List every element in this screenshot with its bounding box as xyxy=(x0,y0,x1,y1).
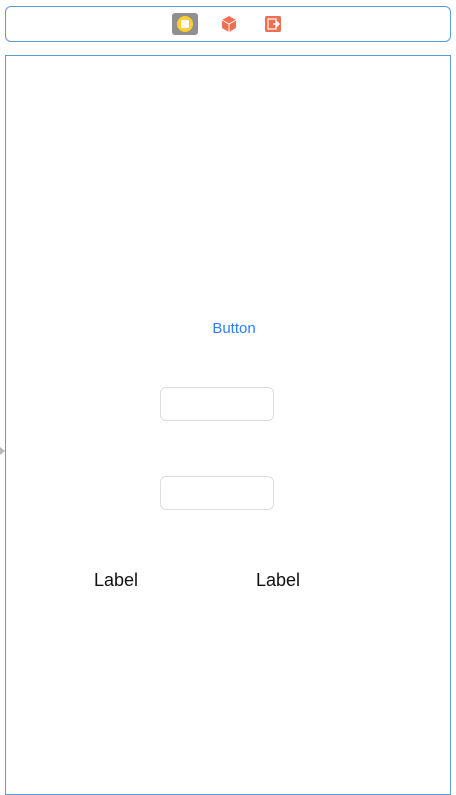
text-field-1[interactable] xyxy=(160,387,274,421)
view-controller-icon[interactable] xyxy=(172,13,198,35)
label-1: Label xyxy=(94,570,139,590)
view-controller-scene: Button Label Label xyxy=(5,55,451,795)
scene-dock xyxy=(5,6,451,42)
exit-icon[interactable] xyxy=(264,15,282,33)
ui-button[interactable]: Button xyxy=(196,316,272,340)
first-responder-cube-icon[interactable] xyxy=(220,15,238,33)
view-controller-square xyxy=(181,20,189,28)
text-field-2[interactable] xyxy=(160,476,274,510)
label-2: Label xyxy=(256,570,301,590)
